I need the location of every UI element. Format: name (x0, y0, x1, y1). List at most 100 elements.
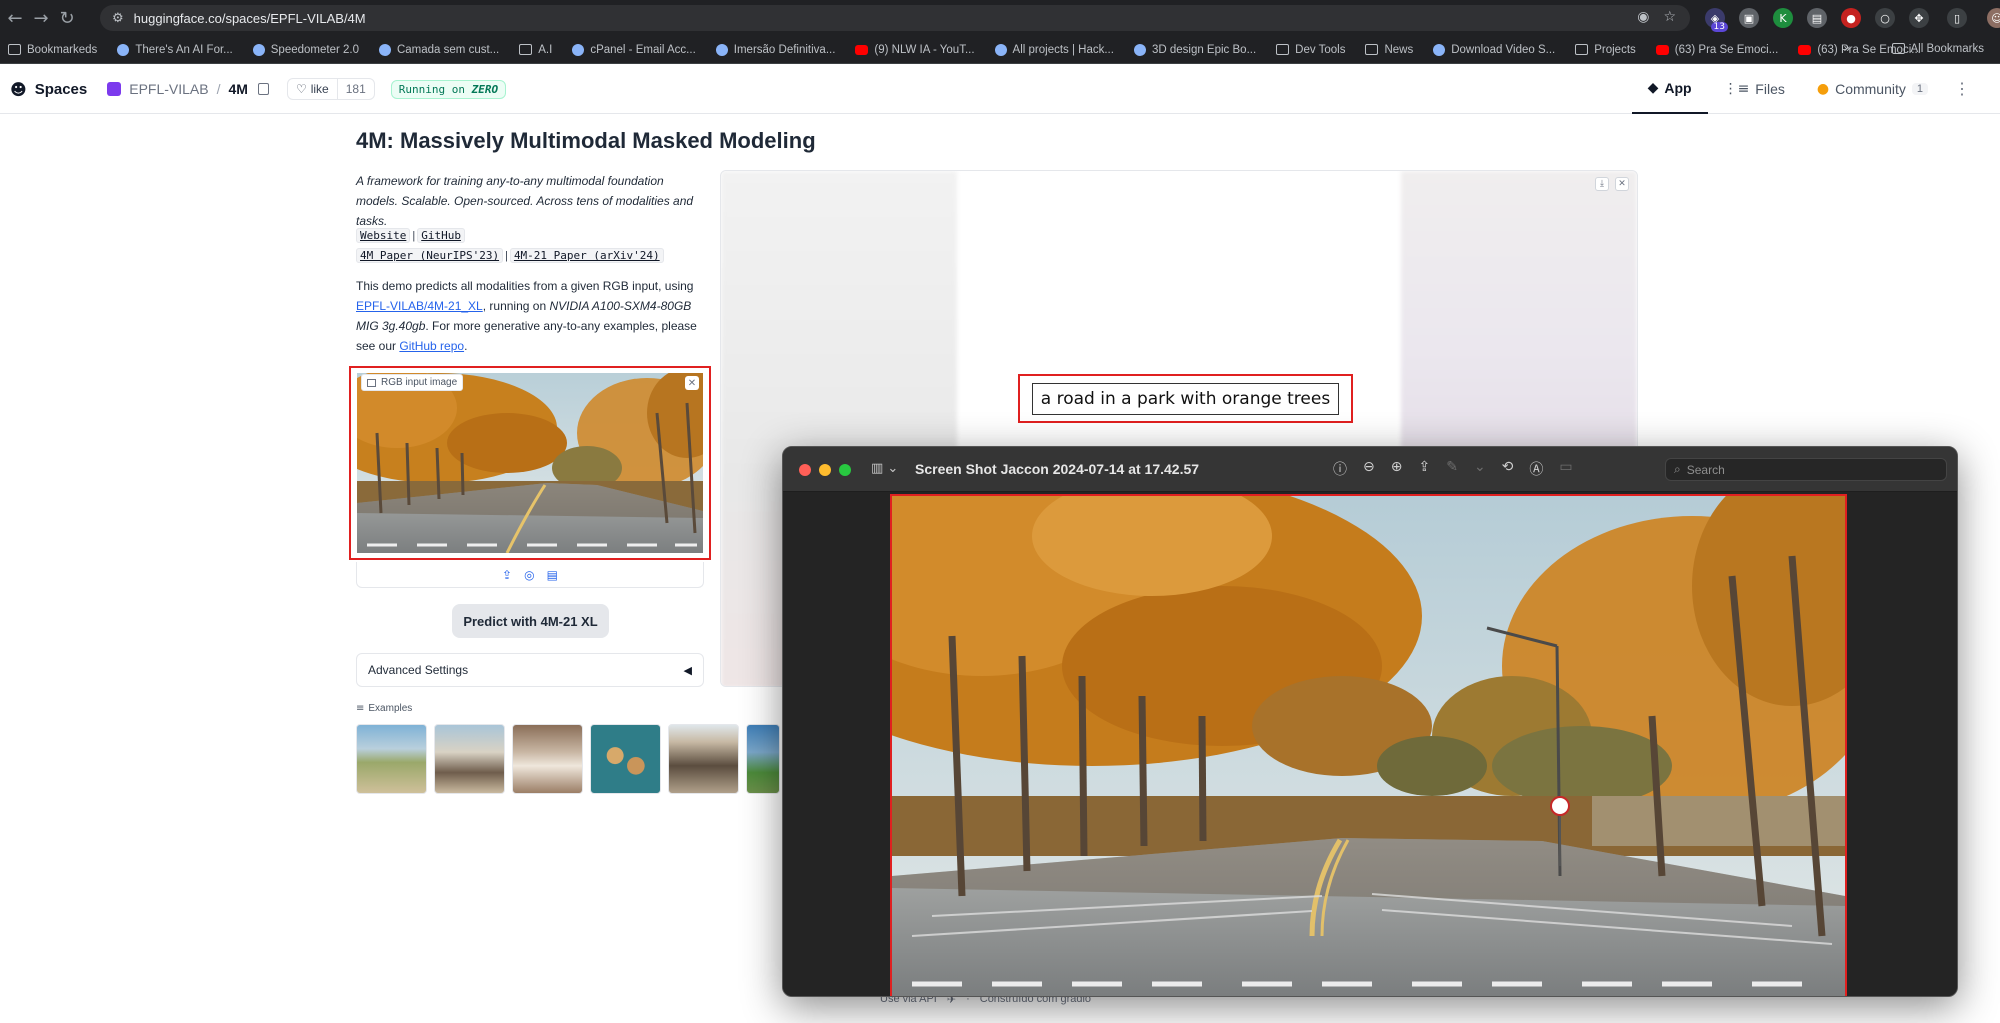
k-extension-icon[interactable]: K (1773, 8, 1793, 28)
input-image-toolbar: ⇪ ◎ ▤ (356, 562, 704, 588)
puzzle-extensions-icon[interactable]: ✥ (1909, 8, 1929, 28)
website-link[interactable]: Website (356, 228, 411, 243)
camera-extension-icon[interactable]: ▣ (1739, 8, 1759, 28)
hugging-face-logo-icon[interactable]: ☻ (10, 80, 27, 99)
site-icon (1433, 43, 1446, 56)
bookmark-item[interactable]: There's An AI For... (117, 43, 233, 56)
tab-community[interactable]: ● Community 1 (1801, 64, 1944, 114)
space-name-link[interactable]: 4M (229, 81, 248, 97)
url-text[interactable]: huggingface.co/spaces/EPFL-VILAB/4M (134, 11, 366, 26)
close-window-button[interactable] (799, 464, 811, 476)
markup-pen-icon[interactable]: ✎ (1446, 459, 1458, 479)
predict-button[interactable]: Predict with 4M-21 XL (452, 604, 609, 638)
model-link[interactable]: EPFL-VILAB/4M-21_XL (356, 299, 483, 313)
github-link[interactable]: GitHub (417, 228, 465, 243)
like-label: like (310, 82, 329, 96)
info-icon[interactable]: ⓘ (1333, 459, 1347, 479)
stack-extension-icon[interactable]: ▤ (1807, 8, 1827, 28)
bookmark-item[interactable]: Camada sem cust... (378, 43, 499, 56)
org-link[interactable]: EPFL-VILAB (129, 81, 208, 97)
upload-icon[interactable]: ⇪ (502, 568, 512, 582)
extension-icon[interactable]: ◈ 13 (1705, 8, 1728, 32)
paper-arxiv-link[interactable]: 4M-21 Paper (arXiv'24) (509, 248, 664, 263)
rgb-input-image[interactable]: RGB input image ✕ (349, 366, 711, 560)
sidebar-toggle-icon[interactable]: ▯ (1947, 8, 1967, 28)
form-fill-icon[interactable]: ▭ (1559, 459, 1572, 479)
search-placeholder: Search (1686, 462, 1725, 477)
site-icon (378, 43, 391, 56)
folder-icon (1276, 44, 1290, 55)
tab-files[interactable]: ⋮≡ Files (1708, 64, 1801, 114)
site-info-icon[interactable]: ⚙ (112, 11, 124, 26)
forward-icon[interactable]: → (28, 5, 54, 31)
browser-toolbar: ← → ↻ ⚙ huggingface.co/spaces/EPFL-VILAB… (0, 0, 2000, 36)
road-photo (892, 496, 1845, 996)
download-icon[interactable]: ⤓ (1595, 177, 1609, 191)
chevron-down-icon[interactable]: ⌄ (1474, 459, 1486, 479)
example-thumbnail[interactable] (434, 724, 505, 794)
bookmark-item[interactable]: cPanel - Email Acc... (572, 43, 696, 56)
page-title: 4M: Massively Multimodal Masked Modeling (356, 128, 816, 153)
preview-titlebar: ▥ ⌄ Screen Shot Jaccon 2024-07-14 at 17.… (783, 447, 1957, 492)
running-status-badge[interactable]: Running on ZERO (390, 79, 507, 99)
circle-extension-icon[interactable]: ○ (1875, 8, 1895, 28)
like-button[interactable]: ♡ like 181 (286, 78, 375, 100)
clipboard-icon[interactable]: ▤ (547, 568, 558, 582)
share-icon[interactable]: ⇪ (1418, 459, 1430, 479)
bookmark-item[interactable]: A.I (519, 44, 552, 56)
back-icon[interactable]: ← (2, 5, 28, 31)
clear-image-icon[interactable]: ✕ (685, 376, 699, 390)
example-thumbnail[interactable] (512, 724, 583, 794)
bookmark-item[interactable]: Dev Tools (1276, 44, 1345, 56)
webcam-icon[interactable]: ◎ (524, 568, 534, 582)
bookmark-item[interactable]: Projects (1575, 44, 1636, 56)
tab-app[interactable]: ◆ App (1631, 64, 1708, 114)
paper-neurips-link[interactable]: 4M Paper (NeurIPS'23) (356, 248, 504, 263)
star-icon[interactable]: ☆ (1663, 9, 1676, 25)
github-repo-link[interactable]: GitHub repo (399, 339, 464, 353)
tab-files-label: Files (1755, 81, 1785, 97)
minimize-window-button[interactable] (819, 464, 831, 476)
bookmark-item[interactable]: All projects | Hack... (994, 43, 1114, 56)
bookmark-item[interactable]: News (1365, 44, 1413, 56)
example-thumbnail[interactable] (356, 724, 427, 794)
zoom-window-button[interactable] (839, 464, 851, 476)
bookmark-label: Bookmarkeds (27, 43, 98, 56)
address-bar[interactable]: ⚙ huggingface.co/spaces/EPFL-VILAB/4M ◉ … (100, 5, 1690, 31)
cast-icon[interactable]: ◉ (1637, 9, 1649, 25)
preview-window: ▥ ⌄ Screen Shot Jaccon 2024-07-14 at 17.… (782, 446, 1958, 997)
copy-icon[interactable] (257, 83, 269, 95)
youtube-icon (855, 44, 869, 55)
link-separator: | (412, 230, 416, 242)
bookmark-label: cPanel - Email Acc... (590, 43, 696, 56)
spaces-link[interactable]: Spaces (35, 81, 88, 98)
bookmark-label: Download Video S... (1451, 43, 1556, 56)
bookmark-item[interactable]: Download Video S... (1433, 43, 1556, 56)
bookmark-item[interactable]: (9) NLW IA - YouT... (855, 44, 975, 56)
zoom-in-icon[interactable]: ⊕ (1391, 459, 1403, 479)
reload-icon[interactable]: ↻ (54, 5, 80, 31)
bookmark-item[interactable]: Speedometer 2.0 (252, 43, 359, 56)
example-thumbnail[interactable] (746, 724, 780, 794)
example-thumbnail[interactable] (590, 724, 661, 794)
bookmark-item[interactable]: 3D design Epic Bo... (1133, 43, 1256, 56)
bookmark-item[interactable]: (63) Pra Se Emoci... (1655, 44, 1778, 56)
profile-avatar[interactable]: ☺ (1987, 8, 2000, 28)
site-icon (715, 43, 728, 56)
rotate-icon[interactable]: ⟲ (1502, 459, 1514, 479)
zoom-out-icon[interactable]: ⊖ (1363, 459, 1375, 479)
record-extension-icon[interactable]: ● (1841, 8, 1861, 28)
more-bookmarks-icon[interactable]: » (1844, 43, 1850, 55)
sidebar-toggle-icon[interactable]: ▥ ⌄ (871, 461, 898, 476)
bookmark-item[interactable]: Imersão Definitiva... (715, 43, 835, 56)
close-output-icon[interactable]: ✕ (1615, 177, 1629, 191)
preview-search-field[interactable]: ⌕ Search (1665, 458, 1947, 481)
example-thumbnail[interactable] (668, 724, 739, 794)
resource-links: Website | GitHub 4M Paper (NeurIPS'23) | 4M-… (356, 226, 664, 266)
advanced-settings-accordion[interactable]: Advanced Settings ◀ (356, 653, 704, 687)
bookmark-item[interactable]: Bookmarkeds (8, 44, 97, 56)
more-options-icon[interactable]: ⋮ (1944, 64, 1980, 114)
all-bookmarks[interactable]: All Bookmarks (1891, 43, 1984, 55)
markup-icon[interactable]: Ⓐ (1529, 459, 1543, 479)
community-count-badge: 1 (1911, 83, 1928, 95)
